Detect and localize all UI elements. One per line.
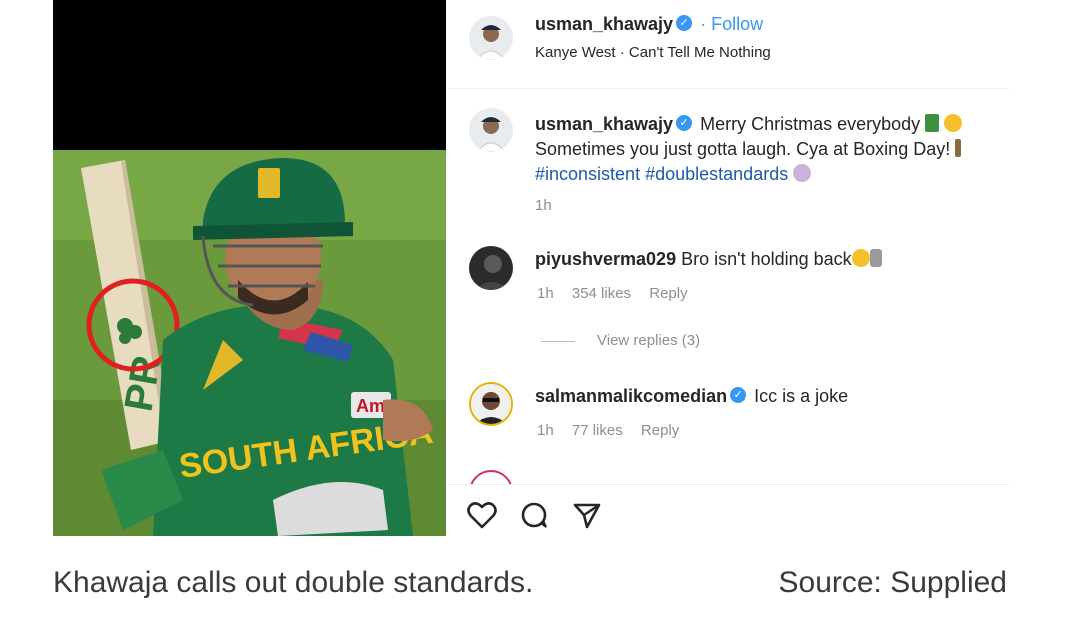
comment-row: salmanmalikcomedian ✓ Icc is a joke	[535, 386, 848, 407]
article-caption: Khawaja calls out double standards.	[53, 566, 534, 599]
caption-line-2: Sometimes you just gotta laugh. Cya at B…	[535, 139, 951, 159]
comment-username[interactable]: salmanmalikcomedian	[535, 386, 727, 406]
follow-button[interactable]: Follow	[711, 14, 763, 34]
tree-emoji-icon	[925, 114, 940, 133]
view-replies-label: View replies (3)	[597, 332, 701, 349]
post-header: usman_khawajy ✓ · Follow Kanye West · Can…	[447, 0, 1009, 89]
caption-line-1: Merry Christmas everybody	[700, 114, 921, 134]
comment-time: 1h	[537, 285, 554, 302]
sponsor-text: Am	[356, 396, 385, 416]
header-line: usman_khawajy ✓ · Follow	[535, 14, 763, 35]
comment-meta: 1h 77 likes Reply	[537, 422, 693, 439]
audio-track[interactable]: Kanye West · Can't Tell Me Nothing	[535, 44, 771, 61]
comment-avatar[interactable]	[469, 382, 513, 426]
caption-username[interactable]: usman_khawajy	[535, 114, 673, 134]
reply-button[interactable]: Reply	[649, 285, 687, 302]
reply-button[interactable]: Reply	[641, 422, 679, 439]
separator-dot: ·	[700, 14, 707, 34]
post-caption: usman_khawajy ✓ Merry Christmas everybody…	[535, 112, 1005, 218]
comment-row: piyushverma029 Bro isn't holding back	[535, 249, 882, 270]
author-avatar[interactable]	[469, 16, 513, 60]
comment-text: Icc is a joke	[754, 386, 849, 406]
verified-badge-icon: ✓	[676, 15, 693, 32]
comment-avatar[interactable]	[469, 246, 513, 290]
view-replies-button[interactable]: View replies (3)	[541, 332, 700, 349]
next-comment-avatar-partial	[469, 470, 513, 484]
author-username[interactable]: usman_khawajy	[535, 14, 673, 34]
caption-timestamp: 1h	[535, 197, 552, 214]
moai-emoji-icon	[869, 249, 882, 268]
replies-divider	[541, 340, 575, 342]
comment-icon[interactable]	[519, 500, 549, 535]
laughing-emoji-icon	[944, 114, 963, 133]
music-emoji-icon	[955, 139, 962, 158]
caption-author-avatar[interactable]	[469, 108, 513, 152]
comment-likes[interactable]: 354 likes	[572, 285, 631, 302]
hashtag-doublestandards[interactable]: #doublestandards	[645, 164, 788, 184]
action-bar	[467, 500, 620, 536]
heart-icon[interactable]	[467, 501, 497, 534]
verified-badge-icon: ✓	[730, 387, 747, 404]
laughing-emoji-icon	[851, 249, 870, 268]
comment-text: Bro isn't holding back	[681, 249, 852, 269]
comment-time: 1h	[537, 422, 554, 439]
article-source: Source: Supplied	[778, 566, 1008, 599]
post-photo: PR SOUTH AFRICA Am	[53, 0, 446, 536]
hashtag-inconsistent[interactable]: #inconsistent	[535, 164, 640, 184]
comment-meta: 1h 354 likes Reply	[537, 285, 702, 302]
comment-likes[interactable]: 77 likes	[572, 422, 623, 439]
actions-divider	[447, 484, 1009, 485]
person-emoji-icon	[793, 164, 812, 183]
comment-username[interactable]: piyushverma029	[535, 249, 676, 269]
instagram-post-panel: usman_khawajy ✓ · Follow Kanye West · Can…	[447, 0, 1009, 536]
verified-badge-icon: ✓	[676, 115, 693, 132]
share-icon[interactable]	[572, 501, 602, 534]
